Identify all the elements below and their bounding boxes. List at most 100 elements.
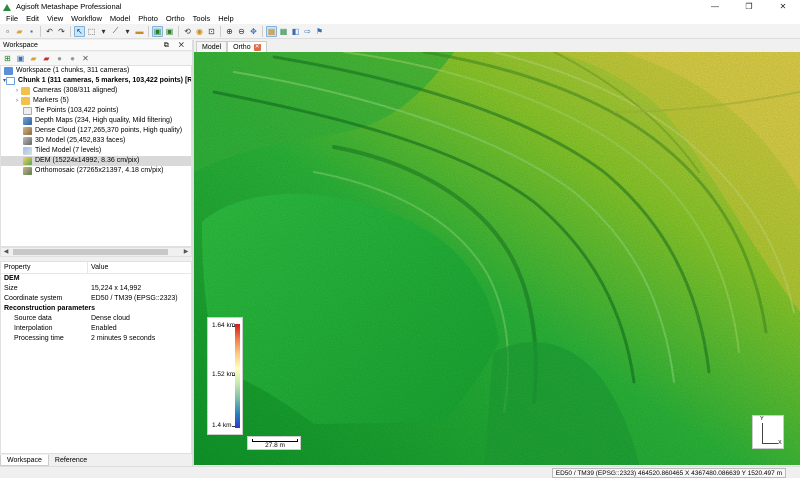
metashape-logo-icon [3,3,12,11]
menu-file[interactable]: File [2,13,22,24]
legend-tick [232,375,235,376]
menu-workflow[interactable]: Workflow [67,13,106,24]
add-markers-icon[interactable]: ▰ [41,53,52,64]
crop-icon[interactable]: ⊡ [206,26,217,37]
selection-dropdown-icon[interactable]: ▾ [98,26,109,37]
undo-icon[interactable]: ↶ [44,26,55,37]
ruler-icon[interactable]: ▬ [134,26,145,37]
rotate-right-icon[interactable]: ◉ [194,26,205,37]
draw-dropdown-icon[interactable]: ▾ [122,26,133,37]
main-toolbar: ▫ ▰ ▪ ↶ ↷ ↖ ⬚ ▾ ⟋ ▾ ▬ ▣ ▣ ⟲ ◉ ⊡ ⊕ ⊖ ✥ ▦ … [0,24,800,39]
menu-ortho[interactable]: Ortho [162,13,189,24]
tree-item-label: Workspace (1 chunks, 311 cameras) [16,67,130,74]
property-column-header[interactable]: Property [1,262,88,273]
pane-float-close-icons[interactable]: ⧉ ✕ [164,40,188,51]
tree-item-cameras[interactable]: › Cameras (308/311 aligned) [1,86,191,96]
orthomosaic-icon [23,167,32,175]
add-folder-icon[interactable]: ▰ [28,53,39,64]
bottom-tab-bar: Workspace Reference [0,455,192,466]
redo-icon[interactable]: ↷ [56,26,67,37]
dem-elevation-map[interactable] [194,52,800,465]
menu-tools[interactable]: Tools [189,13,215,24]
tree-item-depth-maps[interactable]: Depth Maps (234, High quality, Mild filt… [1,116,191,126]
remove-icon[interactable]: ✕ [80,53,91,64]
disable-icon[interactable]: ● [67,53,78,64]
show-cameras-icon[interactable]: ▣ [152,25,163,37]
elevation-color-ramp [235,324,240,428]
save-icon[interactable]: ▪ [26,26,37,37]
draw-polyline-icon[interactable]: ⟋ [110,26,121,37]
property-value: ED50 / TM39 (EPSG::2323) [91,295,178,302]
minimize-button[interactable]: — [698,0,732,13]
restore-button[interactable]: ❐ [732,0,766,13]
show-ortho-icon[interactable]: ▦ [266,25,277,37]
menu-edit[interactable]: Edit [22,13,43,24]
menu-view[interactable]: View [43,13,67,24]
tab-ortho[interactable]: Ortho ✕ [227,41,267,52]
tab-workspace[interactable]: Workspace [0,455,49,466]
new-document-icon[interactable]: ▫ [2,26,13,37]
reset-view-icon[interactable]: ✥ [248,26,259,37]
tree-item-tiled-model[interactable]: Tiled Model (7 levels) [1,146,191,156]
tree-item-label: DEM (15224x14992, 8.36 cm/pix) [35,157,140,164]
show-dem-icon[interactable]: ▦ [278,26,289,37]
zoom-out-icon[interactable]: ⊖ [236,26,247,37]
tree-item-3d-model[interactable]: 3D Model (25,452,833 faces) [1,136,191,146]
workspace-icon [4,67,13,75]
open-folder-icon[interactable]: ▰ [14,26,25,37]
tree-item-orthomosaic[interactable]: Orthomosaic (27265x21397, 4.18 cm/pix) [1,166,191,176]
selection-rectangle-icon[interactable]: ⬚ [86,26,97,37]
property-row: Size 15,224 x 14,992 [1,284,191,294]
tree-item-label: Tie Points (103,422 points) [35,107,119,114]
workspace-pane-title: Workspace [3,41,38,49]
tree-item-workspace[interactable]: Workspace (1 chunks, 311 cameras) [1,66,191,76]
tree-item-dem[interactable]: DEM (15224x14992, 8.36 cm/pix) [1,156,191,166]
scroll-left-icon[interactable]: ◀ [1,248,11,256]
dense-cloud-icon [23,127,32,135]
menu-help[interactable]: Help [214,13,237,24]
tree-item-label: Chunk 1 (311 cameras, 5 markers, 103,422… [18,77,192,84]
menu-photo[interactable]: Photo [134,13,162,24]
property-name: Source data [14,315,52,322]
tree-item-label: Orthomosaic (27265x21397, 4.18 cm/pix) [35,167,164,174]
view-tab-bar: Model Ortho ✕ [194,40,800,52]
property-name: Reconstruction parameters [4,305,96,312]
ortho-viewport[interactable]: 1.64 km 1.52 km 1.4 km 27.8 m Y X [194,52,800,465]
add-photos-icon[interactable]: ▣ [15,53,26,64]
toolbar-divider [70,25,71,37]
tab-label: Ortho [233,43,251,51]
zoom-in-icon[interactable]: ⊕ [224,26,235,37]
show-markers-icon[interactable]: ▣ [164,26,175,37]
window-title: Agisoft Metashape Professional [16,2,122,11]
tree-item-chunk[interactable]: ▾ Chunk 1 (311 cameras, 5 markers, 103,4… [1,76,191,86]
toolbar-divider [178,25,179,37]
add-chunk-icon[interactable]: ⊞ [2,53,13,64]
menu-model[interactable]: Model [106,13,134,24]
tree-item-markers[interactable]: › Markers (5) [1,96,191,106]
expand-chevron-icon[interactable]: › [13,96,21,106]
close-button[interactable]: ✕ [766,0,800,13]
x-axis-label: X [778,440,782,446]
tree-item-label: 3D Model (25,452,833 faces) [35,137,126,144]
tree-item-label: Markers (5) [33,97,69,104]
close-tab-icon[interactable]: ✕ [253,43,261,51]
navigation-cursor-icon[interactable]: ↖ [74,25,85,37]
enable-icon[interactable]: ● [54,53,65,64]
folder-icon [21,97,30,105]
tab-model[interactable]: Model [196,41,228,52]
tree-item-dense-cloud[interactable]: Dense Cloud (127,265,370 points, High qu… [1,126,191,136]
tree-item-tie-points[interactable]: Tie Points (103,422 points) [1,106,191,116]
show-shapes-icon[interactable]: ◧ [290,26,301,37]
tab-reference[interactable]: Reference [49,455,93,466]
value-column-header[interactable]: Value [88,262,108,273]
scrollbar-thumb[interactable] [13,249,168,255]
expand-chevron-icon[interactable]: › [13,86,21,96]
show-labels-icon[interactable]: ⇨ [302,26,313,37]
workspace-horizontal-scrollbar[interactable]: ◀ ▶ [0,247,192,257]
property-row: Source data Dense cloud [1,314,191,324]
tab-label: Model [202,43,222,51]
scroll-right-icon[interactable]: ▶ [181,248,191,256]
show-legend-icon[interactable]: ⚑ [314,26,325,37]
workspace-tree: Workspace (1 chunks, 311 cameras) ▾ Chun… [0,65,192,247]
rotate-left-icon[interactable]: ⟲ [182,26,193,37]
